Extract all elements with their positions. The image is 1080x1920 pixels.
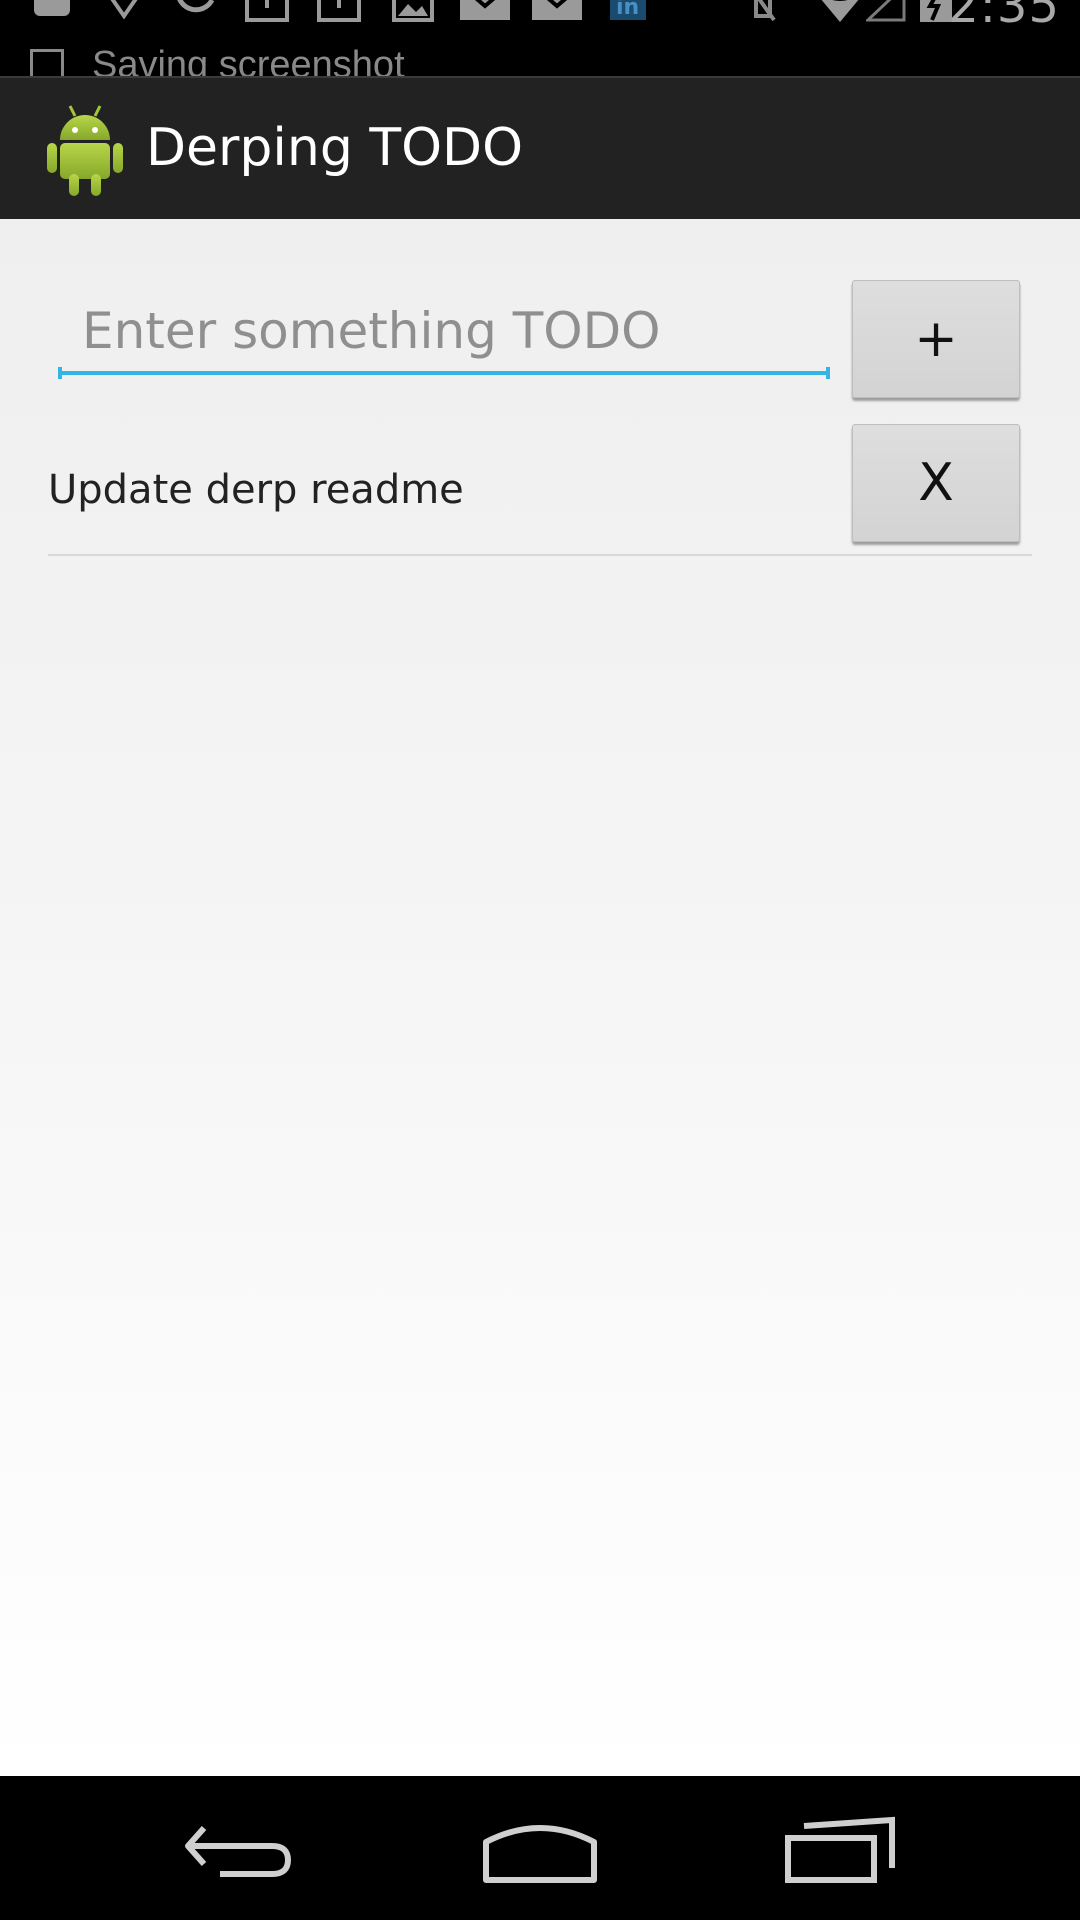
notification-icon — [110, 0, 138, 20]
input-underline-corner — [58, 367, 62, 379]
add-todo-button[interactable]: + — [852, 280, 1020, 398]
delete-todo-button[interactable]: X — [852, 424, 1020, 542]
sync-icon — [177, 0, 215, 13]
upload-icon — [317, 0, 361, 22]
screenshot-icon — [30, 48, 64, 76]
gmail-icon — [532, 0, 582, 20]
toast-text: Saving screenshot — [92, 44, 405, 76]
vibrate-icon — [754, 0, 776, 22]
input-underline-corner — [826, 367, 830, 379]
upload-icon — [245, 0, 289, 22]
todo-item-text: Update derp readme — [48, 467, 464, 513]
todo-input[interactable] — [58, 291, 830, 375]
wifi-icon — [821, 0, 859, 22]
svg-text:in: in — [616, 0, 639, 20]
app-title: Derping TODO — [146, 118, 524, 178]
linkedin-icon: in — [610, 0, 646, 20]
gmail-icon — [460, 0, 510, 20]
list-divider — [48, 554, 1032, 556]
android-icon[interactable] — [44, 102, 126, 198]
image-icon — [392, 0, 434, 22]
main-content: + Update derp readme X — [0, 219, 1080, 1776]
navigation-bar — [0, 1776, 1080, 1920]
toast-notification: Saving screenshot — [30, 44, 405, 76]
status-bar: in 2:35 Saving screenshot — [0, 0, 1080, 76]
signal-icon — [866, 0, 906, 22]
action-bar: Derping TODO — [0, 76, 1080, 219]
notification-icon — [34, 0, 70, 16]
home-icon[interactable] — [480, 1816, 600, 1886]
recents-icon[interactable] — [780, 1816, 900, 1886]
battery-icon — [920, 0, 952, 22]
clock: 2:35 — [948, 0, 1060, 34]
back-icon[interactable] — [180, 1816, 300, 1886]
